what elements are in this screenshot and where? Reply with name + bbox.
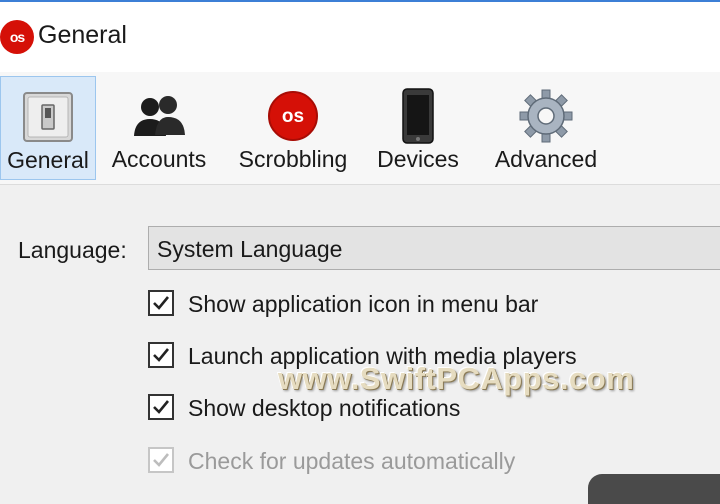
show-menu-bar-icon-checkbox[interactable] <box>148 290 174 316</box>
general-settings-panel: Language: System Language Show applicati… <box>0 185 720 480</box>
tab-devices[interactable]: Devices <box>368 76 468 180</box>
tab-general-label: General <box>7 147 89 173</box>
desktop-notifications-label: Show desktop notifications <box>188 395 461 421</box>
title-bar: os General <box>0 2 720 72</box>
light-switch-icon <box>20 89 76 145</box>
tab-accounts[interactable]: Accounts <box>100 76 218 180</box>
launch-with-media-players-label: Launch application with media players <box>188 343 577 369</box>
window-title: General <box>38 21 127 49</box>
tab-advanced[interactable]: Advanced <box>484 76 608 180</box>
language-label: Language: <box>18 237 127 263</box>
preferences-toolbar: General Accounts os Scrobbling Devices A… <box>0 72 720 185</box>
lastfm-logo-icon: os <box>265 88 321 144</box>
tab-scrobbling[interactable]: os Scrobbling <box>230 76 356 180</box>
tab-general[interactable]: General <box>0 76 96 180</box>
check-updates-label: Check for updates automatically <box>188 448 516 474</box>
launch-with-media-players-checkbox[interactable] <box>148 342 174 368</box>
language-select-value: System Language <box>157 236 343 262</box>
tab-devices-label: Devices <box>377 146 459 172</box>
users-icon <box>131 88 187 144</box>
tab-accounts-label: Accounts <box>111 146 207 172</box>
language-select[interactable]: System Language <box>148 226 720 270</box>
checkmark-icon <box>153 296 170 310</box>
app-logo-icon: os <box>0 20 34 54</box>
checkmark-icon <box>153 348 170 362</box>
gear-icon <box>518 88 574 144</box>
tab-advanced-label: Advanced <box>494 146 598 172</box>
check-updates-checkbox <box>148 447 174 473</box>
tab-scrobbling-label: Scrobbling <box>238 146 348 172</box>
checkmark-icon <box>153 400 170 414</box>
svg-text:os: os <box>282 106 304 127</box>
desktop-notifications-checkbox[interactable] <box>148 394 174 420</box>
corner-decoration <box>588 474 720 504</box>
checkmark-icon <box>153 453 170 467</box>
phone-icon <box>390 88 446 144</box>
show-menu-bar-icon-label: Show application icon in menu bar <box>188 291 539 317</box>
